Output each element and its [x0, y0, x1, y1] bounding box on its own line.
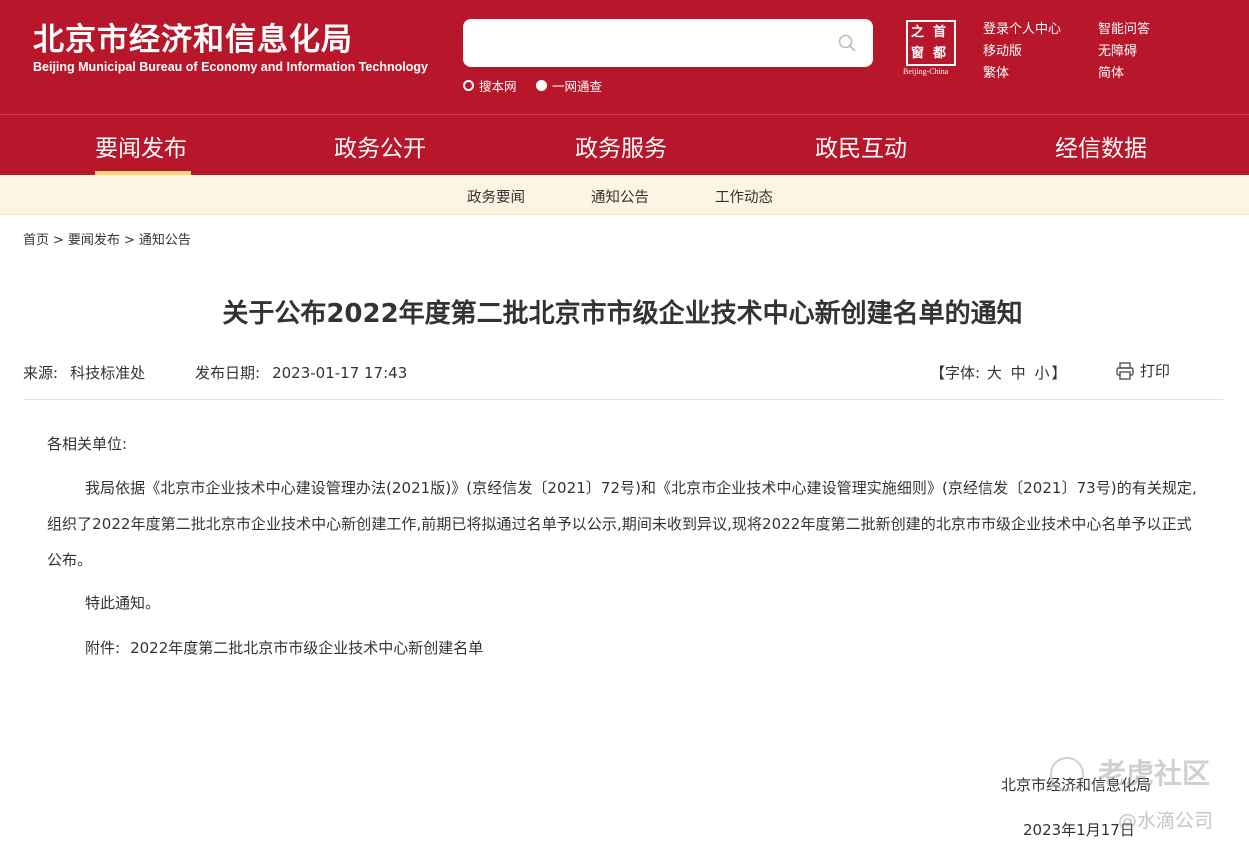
radio-selected-icon: [536, 80, 547, 91]
date-value: 2023-01-17 17:43: [272, 364, 408, 382]
attachment: 附件: 2022年度第二批北京市市级企业技术中心新创建名单: [85, 630, 483, 666]
article-source: 来源: 科技标准处: [23, 362, 145, 383]
breadcrumb-separator: >: [123, 233, 135, 248]
breadcrumb-separator: >: [53, 233, 64, 248]
font-size-medium[interactable]: 中: [1011, 364, 1026, 382]
watermark-community: 老虎社区: [1098, 757, 1211, 790]
radio-unselected-icon: [463, 80, 474, 91]
site-logo-english[interactable]: Beijing Municipal Bureau of Economy and …: [33, 60, 428, 74]
closing-notice: 特此通知。: [85, 594, 161, 612]
watermark-logo-icon: [1050, 757, 1084, 791]
emblem-char: 之: [911, 25, 925, 40]
font-size-label: 【字体:: [930, 364, 981, 382]
watermark-author: @水滴公司: [1118, 810, 1214, 832]
search-box: [463, 19, 873, 67]
capital-window-emblem[interactable]: 之 首 窗 都: [906, 20, 956, 66]
print-label: 打印: [1140, 362, 1171, 380]
main-nav: 要闻发布 政务公开 政务服务 政民互动 经信数据: [0, 114, 1249, 175]
salutation: 各相关单位:: [47, 435, 128, 453]
article-date: 发布日期: 2023-01-17 17:43: [195, 362, 407, 383]
sub-nav: 政务要闻 通知公告 工作动态: [0, 175, 1249, 215]
search-input[interactable]: [477, 29, 827, 57]
nav-economic-data[interactable]: 经信数据: [1055, 129, 1147, 163]
breadcrumb-home[interactable]: 首页: [23, 233, 49, 248]
nav-public-interaction[interactable]: 政民互动: [815, 129, 907, 163]
attachment-link[interactable]: 2022年度第二批北京市市级企业技术中心新创建名单: [130, 639, 483, 657]
font-size-small[interactable]: 小: [1034, 364, 1049, 382]
scope-option-all[interactable]: 一网通查: [536, 76, 602, 95]
login-link[interactable]: 登录个人中心: [983, 18, 1061, 37]
breadcrumb-news-release[interactable]: 要闻发布: [68, 233, 120, 248]
simplified-chinese-link[interactable]: 简体: [1098, 62, 1124, 81]
printer-icon: [1116, 361, 1134, 380]
font-size-control: 【字体: 大 中 小】: [930, 362, 1066, 383]
date-label: 发布日期:: [195, 364, 261, 382]
scope-label: 搜本网: [479, 79, 517, 94]
emblem-char: 首: [933, 25, 947, 40]
search-icon[interactable]: [837, 33, 857, 53]
mobile-version-link[interactable]: 移动版: [983, 40, 1022, 59]
attachment-label: 附件:: [85, 639, 121, 657]
scope-label: 一网通查: [552, 79, 603, 94]
traditional-chinese-link[interactable]: 繁体: [983, 62, 1009, 81]
breadcrumb: 首页 > 要闻发布 > 通知公告: [23, 229, 191, 248]
site-header: 北京市经济和信息化局 Beijing Municipal Bureau of E…: [0, 0, 1249, 114]
emblem-char: 窗: [911, 46, 925, 61]
print-button[interactable]: 打印: [1115, 360, 1170, 381]
font-size-large[interactable]: 大: [987, 364, 1002, 382]
subnav-work-updates[interactable]: 工作动态: [715, 186, 773, 207]
article-title: 关于公布2022年度第二批北京市市级企业技术中心新创建名单的通知: [222, 299, 1023, 329]
subnav-government-news[interactable]: 政务要闻: [467, 186, 525, 207]
scope-option-site[interactable]: 搜本网: [463, 76, 517, 95]
source-label: 来源:: [23, 364, 59, 382]
breadcrumb-announcements[interactable]: 通知公告: [139, 233, 191, 248]
font-size-bracket: 】: [1051, 364, 1067, 382]
nav-government-affairs[interactable]: 政务公开: [334, 129, 426, 163]
article-paragraph: 我局依据《北京市企业技术中心建设管理办法(2021版)》(京经信发〔2021〕7…: [47, 479, 1197, 569]
emblem-caption: Beijing-China: [903, 67, 949, 76]
smart-qa-link[interactable]: 智能问答: [1098, 18, 1150, 37]
subnav-announcements[interactable]: 通知公告: [591, 186, 649, 207]
nav-government-services[interactable]: 政务服务: [575, 129, 667, 163]
site-logo-chinese[interactable]: 北京市经济和信息化局: [33, 14, 353, 59]
meta-divider: [23, 399, 1223, 400]
emblem-char: 都: [933, 46, 947, 61]
accessibility-link[interactable]: 无障碍: [1098, 40, 1137, 59]
source-value: 科技标准处: [70, 364, 146, 382]
nav-news-release[interactable]: 要闻发布: [95, 129, 187, 163]
